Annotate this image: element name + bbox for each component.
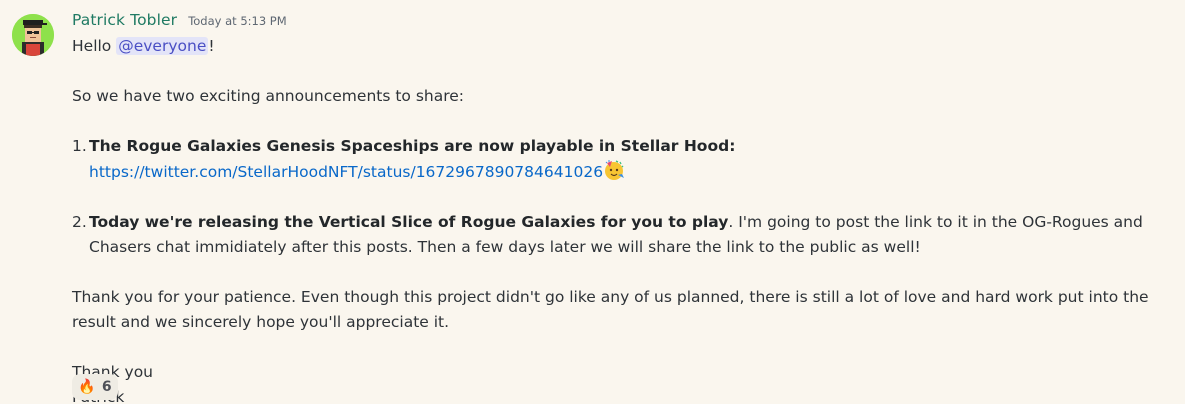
chat-message: Patrick Tobler Today at 5:13 PM Hello @e…	[0, 0, 1185, 406]
message-timestamp[interactable]: Today at 5:13 PM	[188, 14, 286, 28]
message-content: Hello @everyone! So we have two exciting…	[72, 34, 1157, 410]
fire-icon: 🔥	[78, 379, 96, 395]
greeting-suffix: !	[208, 37, 215, 55]
party-face-icon	[605, 160, 625, 180]
twitter-link[interactable]: https://twitter.com/StellarHoodNFT/statu…	[89, 163, 603, 181]
signoff-line: Thank you	[72, 363, 153, 381]
greeting-line: Hello @everyone!	[72, 34, 1157, 59]
message-header: Patrick Tobler Today at 5:13 PM	[72, 10, 287, 29]
user-avatar[interactable]	[12, 14, 54, 56]
pixel-avatar-icon	[12, 14, 54, 56]
announcement-bold-text: The Rogue Galaxies Genesis Spaceships ar…	[89, 137, 736, 155]
everyone-mention[interactable]: @everyone	[116, 37, 209, 55]
announcement-bold-text: Today we're releasing the Vertical Slice…	[89, 213, 729, 231]
fire-reaction-button[interactable]: 🔥 6	[72, 374, 118, 400]
greeting-prefix: Hello	[72, 37, 117, 55]
list-number: 1.	[72, 137, 87, 155]
signoff-name: Patrick	[72, 385, 1157, 410]
list-number: 2.	[72, 213, 87, 231]
author-name[interactable]: Patrick Tobler	[72, 11, 177, 29]
thanks-paragraph: Thank you for your patience. Even though…	[72, 288, 1149, 331]
list-item: 2. Today we're releasing the Vertical Sl…	[72, 210, 1157, 260]
intro-text: So we have two exciting announcements to…	[72, 87, 465, 105]
reaction-count: 6	[101, 379, 112, 395]
list-item: 1. The Rogue Galaxies Genesis Spaceships…	[72, 134, 1157, 185]
